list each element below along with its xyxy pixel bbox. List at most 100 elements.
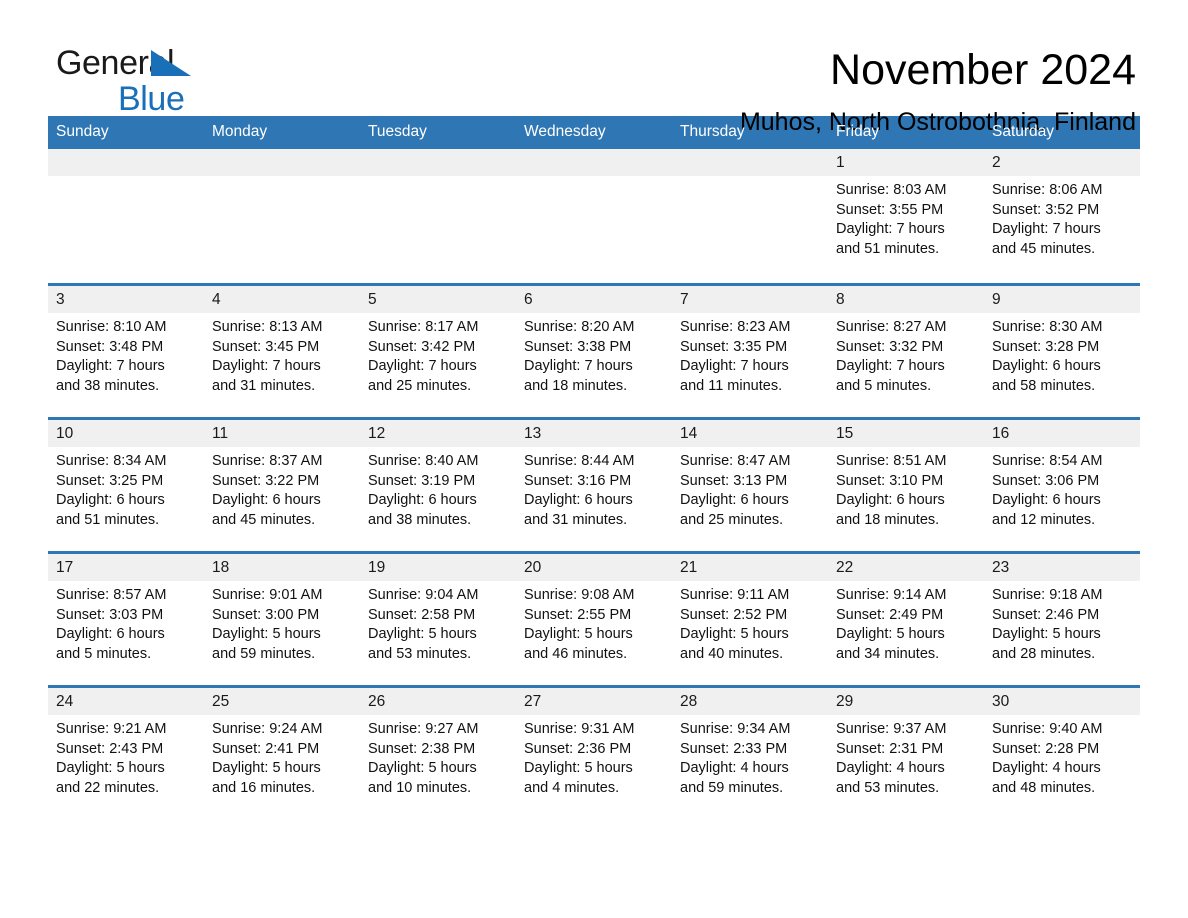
daylight-text-line1: Daylight: 7 hours <box>368 358 477 375</box>
day-info: Sunrise: 8:10 AM Sunset: 3:48 PM Dayligh… <box>48 313 204 396</box>
day-cell[interactable] <box>204 149 360 283</box>
weekday-header-saturday: Saturday <box>992 123 1055 140</box>
day-number: 4 <box>204 286 360 313</box>
day-number: 9 <box>984 286 1140 313</box>
sunset-text: Sunset: 3:55 PM <box>836 201 944 218</box>
daylight-text-line1: Daylight: 7 hours <box>56 358 165 375</box>
sunset-text: Sunset: 2:49 PM <box>836 606 944 623</box>
day-info: Sunrise: 9:04 AM Sunset: 2:58 PM Dayligh… <box>360 581 516 664</box>
sunset-text: Sunset: 3:32 PM <box>836 338 944 355</box>
day-cell[interactable] <box>516 149 672 283</box>
daylight-text-line1: Daylight: 6 hours <box>524 492 633 509</box>
daylight-text-line2: and 59 minutes. <box>680 779 784 796</box>
day-cell[interactable]: 18 Sunrise: 9:01 AM Sunset: 3:00 PM Dayl… <box>204 554 360 685</box>
day-cell[interactable]: 19 Sunrise: 9:04 AM Sunset: 2:58 PM Dayl… <box>360 554 516 685</box>
daylight-text-line1: Daylight: 5 hours <box>524 626 633 643</box>
day-cell[interactable] <box>48 149 204 283</box>
sunrise-text: Sunrise: 8:57 AM <box>56 587 167 603</box>
sunset-text: Sunset: 3:22 PM <box>212 472 320 489</box>
day-cell[interactable]: 2 Sunrise: 8:06 AM Sunset: 3:52 PM Dayli… <box>984 149 1140 283</box>
page-header: General Blue November 2024 Muhos, North … <box>48 0 1140 136</box>
day-cell[interactable]: 8 Sunrise: 8:27 AM Sunset: 3:32 PM Dayli… <box>828 286 984 417</box>
daylight-text-line2: and 4 minutes. <box>524 779 620 796</box>
day-cell[interactable]: 22 Sunrise: 9:14 AM Sunset: 2:49 PM Dayl… <box>828 554 984 685</box>
day-cell[interactable]: 4 Sunrise: 8:13 AM Sunset: 3:45 PM Dayli… <box>204 286 360 417</box>
weekday-header-monday: Monday <box>212 123 268 140</box>
daylight-text-line2: and 18 minutes. <box>836 511 940 528</box>
day-number: 30 <box>984 688 1140 715</box>
daylight-text-line1: Daylight: 6 hours <box>56 492 165 509</box>
daylight-text-line2: and 31 minutes. <box>524 511 628 528</box>
day-number: 19 <box>360 554 516 581</box>
day-cell[interactable]: 26 Sunrise: 9:27 AM Sunset: 2:38 PM Dayl… <box>360 688 516 819</box>
day-number: 15 <box>828 420 984 447</box>
daylight-text-line1: Daylight: 7 hours <box>836 221 945 238</box>
day-cell[interactable]: 25 Sunrise: 9:24 AM Sunset: 2:41 PM Dayl… <box>204 688 360 819</box>
day-cell[interactable]: 17 Sunrise: 8:57 AM Sunset: 3:03 PM Dayl… <box>48 554 204 685</box>
day-cell[interactable]: 3 Sunrise: 8:10 AM Sunset: 3:48 PM Dayli… <box>48 286 204 417</box>
day-number: 20 <box>516 554 672 581</box>
day-number: 22 <box>828 554 984 581</box>
day-cell[interactable]: 15 Sunrise: 8:51 AM Sunset: 3:10 PM Dayl… <box>828 420 984 551</box>
day-cell[interactable]: 23 Sunrise: 9:18 AM Sunset: 2:46 PM Dayl… <box>984 554 1140 685</box>
page-title: November 2024 <box>830 46 1136 94</box>
day-cell[interactable]: 11 Sunrise: 8:37 AM Sunset: 3:22 PM Dayl… <box>204 420 360 551</box>
day-cell[interactable] <box>672 149 828 283</box>
daylight-text-line2: and 53 minutes. <box>368 645 472 662</box>
daylight-text-line2: and 31 minutes. <box>212 377 316 394</box>
day-cell[interactable]: 24 Sunrise: 9:21 AM Sunset: 2:43 PM Dayl… <box>48 688 204 819</box>
daylight-text-line2: and 45 minutes. <box>212 511 316 528</box>
sunset-text: Sunset: 3:19 PM <box>368 472 476 489</box>
sunset-text: Sunset: 3:13 PM <box>680 472 788 489</box>
daylight-text-line2: and 45 minutes. <box>992 240 1096 257</box>
day-cell[interactable]: 28 Sunrise: 9:34 AM Sunset: 2:33 PM Dayl… <box>672 688 828 819</box>
day-info: Sunrise: 8:54 AM Sunset: 3:06 PM Dayligh… <box>984 447 1140 530</box>
weekday-header-thursday: Thursday <box>680 123 745 140</box>
daylight-text-line2: and 58 minutes. <box>992 377 1096 394</box>
sunrise-text: Sunrise: 9:04 AM <box>368 587 479 603</box>
week-row: 17 Sunrise: 8:57 AM Sunset: 3:03 PM Dayl… <box>48 551 1140 685</box>
day-cell[interactable]: 21 Sunrise: 9:11 AM Sunset: 2:52 PM Dayl… <box>672 554 828 685</box>
day-info: Sunrise: 8:57 AM Sunset: 3:03 PM Dayligh… <box>48 581 204 664</box>
daylight-text-line1: Daylight: 5 hours <box>524 760 633 777</box>
daylight-text-line1: Daylight: 7 hours <box>212 358 321 375</box>
day-number: 17 <box>48 554 204 581</box>
sunrise-text: Sunrise: 8:23 AM <box>680 319 791 335</box>
day-cell[interactable]: 14 Sunrise: 8:47 AM Sunset: 3:13 PM Dayl… <box>672 420 828 551</box>
day-cell[interactable]: 5 Sunrise: 8:17 AM Sunset: 3:42 PM Dayli… <box>360 286 516 417</box>
day-number: 5 <box>360 286 516 313</box>
daylight-text-line2: and 46 minutes. <box>524 645 628 662</box>
day-cell[interactable]: 27 Sunrise: 9:31 AM Sunset: 2:36 PM Dayl… <box>516 688 672 819</box>
day-cell[interactable]: 1 Sunrise: 8:03 AM Sunset: 3:55 PM Dayli… <box>828 149 984 283</box>
day-info: Sunrise: 8:13 AM Sunset: 3:45 PM Dayligh… <box>204 313 360 396</box>
daylight-text-line1: Daylight: 5 hours <box>368 626 477 643</box>
sunrise-text: Sunrise: 9:11 AM <box>680 587 790 603</box>
daylight-text-line1: Daylight: 4 hours <box>992 760 1101 777</box>
daylight-text-line2: and 18 minutes. <box>524 377 628 394</box>
day-cell[interactable]: 12 Sunrise: 8:40 AM Sunset: 3:19 PM Dayl… <box>360 420 516 551</box>
sunset-text: Sunset: 3:28 PM <box>992 338 1100 355</box>
day-cell[interactable]: 7 Sunrise: 8:23 AM Sunset: 3:35 PM Dayli… <box>672 286 828 417</box>
day-cell[interactable]: 16 Sunrise: 8:54 AM Sunset: 3:06 PM Dayl… <box>984 420 1140 551</box>
sunset-text: Sunset: 2:41 PM <box>212 740 320 757</box>
day-cell[interactable]: 20 Sunrise: 9:08 AM Sunset: 2:55 PM Dayl… <box>516 554 672 685</box>
day-cell[interactable]: 30 Sunrise: 9:40 AM Sunset: 2:28 PM Dayl… <box>984 688 1140 819</box>
sunset-text: Sunset: 3:00 PM <box>212 606 320 623</box>
logo-triangle-icon <box>151 50 191 76</box>
week-row: 1 Sunrise: 8:03 AM Sunset: 3:55 PM Dayli… <box>48 149 1140 283</box>
day-cell[interactable]: 6 Sunrise: 8:20 AM Sunset: 3:38 PM Dayli… <box>516 286 672 417</box>
day-cell[interactable]: 13 Sunrise: 8:44 AM Sunset: 3:16 PM Dayl… <box>516 420 672 551</box>
week-row: 3 Sunrise: 8:10 AM Sunset: 3:48 PM Dayli… <box>48 283 1140 417</box>
day-cell[interactable]: 29 Sunrise: 9:37 AM Sunset: 2:31 PM Dayl… <box>828 688 984 819</box>
sunset-text: Sunset: 3:25 PM <box>56 472 164 489</box>
day-cell[interactable]: 9 Sunrise: 8:30 AM Sunset: 3:28 PM Dayli… <box>984 286 1140 417</box>
sunset-text: Sunset: 2:55 PM <box>524 606 632 623</box>
day-cell[interactable]: 10 Sunrise: 8:34 AM Sunset: 3:25 PM Dayl… <box>48 420 204 551</box>
sunrise-text: Sunrise: 9:01 AM <box>212 587 323 603</box>
daylight-text-line2: and 38 minutes. <box>368 511 472 528</box>
day-cell[interactable] <box>360 149 516 283</box>
sunset-text: Sunset: 2:33 PM <box>680 740 788 757</box>
sunset-text: Sunset: 3:52 PM <box>992 201 1100 218</box>
daylight-text-line1: Daylight: 7 hours <box>524 358 633 375</box>
daylight-text-line2: and 28 minutes. <box>992 645 1096 662</box>
